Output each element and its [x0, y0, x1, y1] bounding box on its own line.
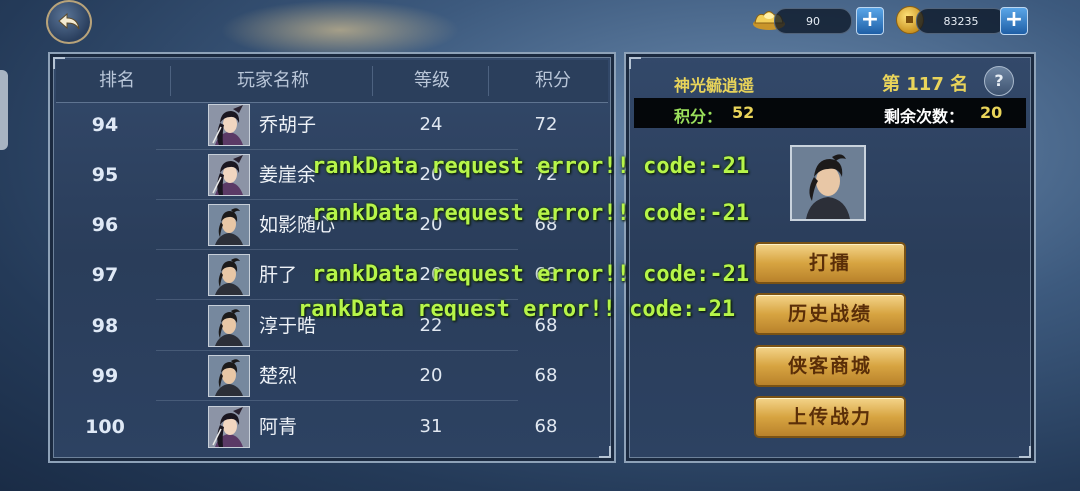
score-label: 积分：	[674, 107, 723, 126]
column-player-name: 玩家名称	[237, 70, 309, 91]
shop-button[interactable]: 侠客商城	[754, 345, 906, 387]
row-level: 31	[419, 416, 443, 437]
error-message: rankData request error!! code:-21	[298, 297, 736, 322]
error-message: rankData request error!! code:-21	[312, 262, 750, 287]
error-message: rankData request error!! code:-21	[312, 154, 750, 179]
row-player-name: 楚烈	[259, 365, 298, 387]
help-button[interactable]: ?	[984, 66, 1014, 96]
player-rank: 第 117 名	[882, 74, 969, 95]
background-glow	[220, 0, 460, 60]
female-avatar-icon	[208, 104, 250, 146]
error-message: rankData request error!! code:-21	[312, 201, 750, 226]
row-rank: 100	[85, 416, 125, 438]
column-rank: 排名	[99, 70, 135, 91]
ranking-row[interactable]: 100 阿青 31 68	[56, 402, 608, 452]
remaining-value: 20	[980, 103, 1003, 122]
player-name: 神光毓逍遥	[674, 76, 755, 95]
row-rank: 97	[91, 264, 119, 286]
ranking-row[interactable]: 99 楚烈 20 68	[56, 351, 608, 401]
row-rank: 95	[91, 164, 119, 186]
row-rank: 99	[91, 365, 119, 387]
coin-currency: 83235 +	[896, 6, 1028, 35]
ranking-panel: 排名 玩家名称 等级 积分 94 乔胡子 24 72 95 姜崖余 20 72 96 如影随心 20…	[48, 52, 616, 463]
row-divider	[156, 400, 518, 401]
row-player-name: 乔胡子	[259, 114, 317, 136]
ranking-header: 排名 玩家名称 等级 积分	[56, 60, 608, 103]
column-score: 积分	[535, 70, 571, 91]
row-score: 68	[534, 365, 558, 386]
male-avatar-icon	[208, 254, 250, 296]
side-handle[interactable]	[0, 70, 8, 150]
ranking-row[interactable]: 94 乔胡子 24 72	[56, 100, 608, 150]
remaining-label: 剩余次数：	[884, 107, 965, 126]
male-avatar-icon	[792, 147, 864, 219]
silver-currency: 90 +	[752, 7, 884, 35]
row-level: 24	[419, 114, 443, 135]
row-score: 72	[534, 114, 558, 135]
male-avatar-icon	[208, 204, 250, 246]
row-rank: 96	[91, 214, 119, 236]
row-player-name: 姜崖余	[259, 164, 317, 186]
coin-value: 83235	[916, 8, 1006, 34]
row-player-name: 阿青	[259, 416, 298, 438]
history-button[interactable]: 历史战绩	[754, 293, 906, 335]
row-rank: 94	[91, 114, 119, 136]
player-info-panel: 神光毓逍遥 第 117 名 ? 积分： 52 剩余次数： 20 打擂 历史战绩 …	[624, 52, 1036, 463]
plus-icon: +	[1004, 7, 1024, 32]
score-value: 52	[732, 103, 755, 122]
upload-power-button[interactable]: 上传战力	[754, 396, 906, 438]
add-coin-button[interactable]: +	[1000, 7, 1028, 35]
silver-value: 90	[774, 8, 852, 34]
player-stats-bar: 积分： 52 剩余次数： 20	[634, 98, 1026, 128]
female-avatar-icon	[208, 154, 250, 196]
player-portrait	[790, 145, 866, 221]
challenge-button[interactable]: 打擂	[754, 242, 906, 284]
back-button[interactable]	[46, 0, 92, 44]
back-arrow-icon	[58, 12, 80, 30]
row-rank: 98	[91, 315, 119, 337]
row-score: 68	[534, 416, 558, 437]
column-level: 等级	[414, 70, 450, 91]
row-level: 20	[419, 365, 443, 386]
plus-icon: +	[860, 7, 880, 32]
row-player-name: 肝了	[259, 264, 298, 286]
female-avatar-icon	[208, 406, 250, 448]
male-avatar-icon	[208, 355, 250, 397]
add-silver-button[interactable]: +	[856, 7, 884, 35]
male-avatar-icon	[208, 305, 250, 347]
